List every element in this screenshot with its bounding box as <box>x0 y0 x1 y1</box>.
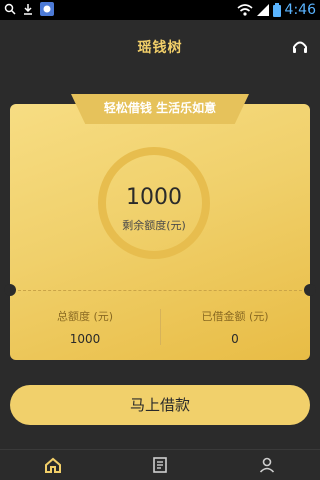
card-divider-dashed <box>18 290 302 291</box>
total-limit-stat: 总额度 (元) 1000 <box>10 308 160 346</box>
download-icon <box>24 4 32 15</box>
home-icon[interactable] <box>44 456 62 474</box>
total-limit-label: 总额度 (元) <box>56 310 114 323</box>
promo-banner: 轻松借钱 生活乐如意 <box>71 94 249 124</box>
total-limit-value: 1000 <box>69 332 101 346</box>
remaining-amount: 1000 <box>126 185 182 210</box>
borrowed-amount-label: 已借金额 (元) <box>201 310 269 323</box>
card-notch-right <box>304 284 316 296</box>
card-notch-left <box>4 284 16 296</box>
clock: 4:46 <box>284 2 316 18</box>
header: 瑶钱树 <box>0 20 320 76</box>
headset-icon[interactable] <box>292 40 308 54</box>
battery-icon <box>272 3 281 17</box>
credit-ring: 1000 剩余额度(元) <box>98 147 210 259</box>
search-icon <box>4 3 16 15</box>
signal-icon <box>256 4 269 16</box>
promo-banner-text: 轻松借钱 生活乐如意 <box>103 101 217 115</box>
borrow-now-button[interactable]: 马上借款 <box>10 385 310 425</box>
list-icon[interactable] <box>151 456 169 474</box>
borrowed-amount-value: 0 <box>231 332 239 346</box>
user-icon[interactable] <box>258 456 276 474</box>
tab-bar <box>0 449 320 480</box>
app-icon <box>40 2 54 16</box>
page-title: 瑶钱树 <box>137 40 183 56</box>
borrowed-amount-stat: 已借金额 (元) 0 <box>160 308 310 346</box>
credit-card: 轻松借钱 生活乐如意 1000 剩余额度(元) 总额度 (元) 1000 已借金… <box>4 94 316 360</box>
remaining-amount-label: 剩余额度(元) <box>122 219 186 232</box>
status-bar: 4:46 <box>0 0 320 20</box>
wifi-icon <box>237 4 253 16</box>
